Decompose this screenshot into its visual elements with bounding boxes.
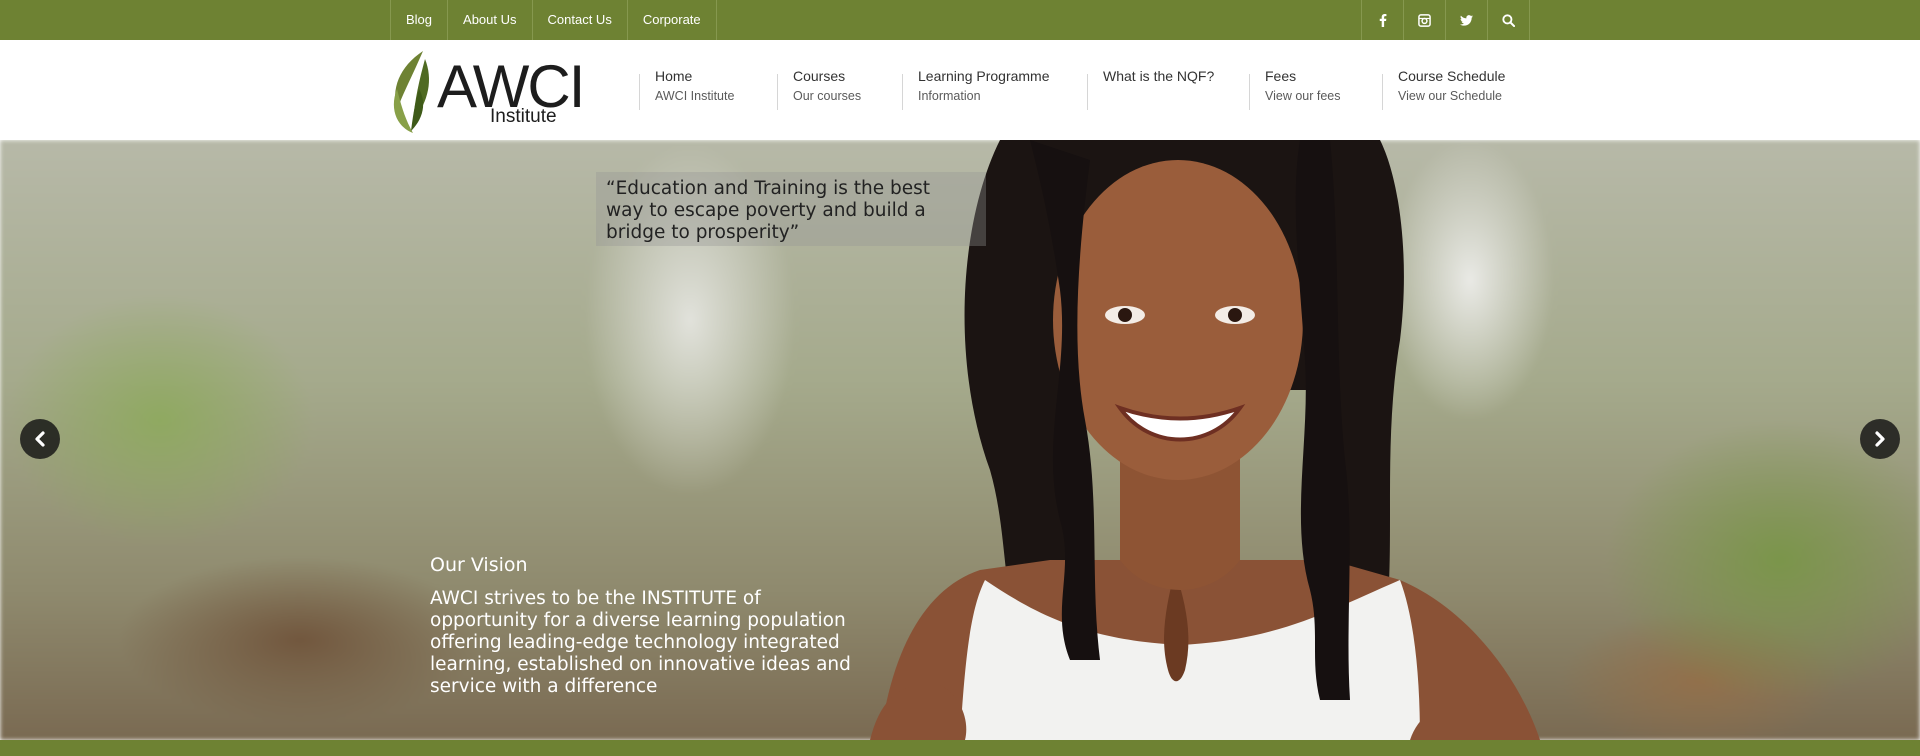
hero-slider: “Education and Training is the best way … (0, 140, 1920, 740)
nav-item-subtitle: View our fees (1265, 89, 1341, 103)
nav-item-learning-programme[interactable]: Learning Programme Information (902, 69, 1087, 110)
nav-item-title: Course Schedule (1398, 68, 1506, 84)
slider-prev-button[interactable] (20, 419, 60, 459)
top-link-blog[interactable]: Blog (390, 0, 447, 40)
vision-heading: Our Vision (430, 554, 528, 576)
top-bar: Blog About Us Contact Us Corporate (0, 0, 1920, 40)
nav-item-what-is-nqf[interactable]: What is the NQF? (1087, 69, 1249, 110)
nav-item-title: Courses (793, 68, 846, 84)
hero-quote-box: “Education and Training is the best way … (596, 172, 986, 246)
search-icon[interactable] (1487, 0, 1530, 40)
instagram-icon[interactable] (1403, 0, 1445, 40)
logo-subtitle: Institute (490, 106, 557, 127)
top-links: Blog About Us Contact Us Corporate (390, 0, 717, 40)
social-links (1361, 0, 1530, 40)
chevron-right-icon (1875, 431, 1885, 447)
nav-item-title: Fees (1265, 68, 1297, 84)
nav-item-title: What is the NQF? (1103, 68, 1215, 84)
nav-item-subtitle: AWCI Institute (655, 89, 735, 103)
hero-quote: “Education and Training is the best way … (606, 178, 931, 243)
nav-item-courses[interactable]: Courses Our courses (777, 69, 902, 110)
nav-item-title: Learning Programme (918, 68, 1050, 84)
top-link-about-us[interactable]: About Us (447, 0, 531, 40)
nav-item-subtitle: Information (918, 89, 981, 103)
nav-item-subtitle: View our Schedule (1398, 89, 1503, 103)
top-link-corporate[interactable]: Corporate (626, 0, 717, 40)
bottom-green-band (0, 740, 1920, 756)
nav-item-fees[interactable]: Fees View our fees (1249, 69, 1382, 110)
nav-item-subtitle: Our courses (793, 89, 862, 103)
nav-item-home[interactable]: Home AWCI Institute (639, 69, 777, 110)
nav-item-course-schedule[interactable]: Course Schedule View our Schedule (1382, 69, 1532, 110)
twitter-icon[interactable] (1445, 0, 1487, 40)
main-nav: Home AWCI Institute Courses Our courses … (639, 40, 1532, 140)
slider-next-button[interactable] (1860, 419, 1900, 459)
leaf-logo-icon (393, 51, 429, 133)
facebook-icon[interactable] (1361, 0, 1403, 40)
vision-text: AWCI strives to be the INSTITUTE of oppo… (430, 588, 851, 697)
nav-item-title: Home (655, 68, 693, 84)
top-link-contact-us[interactable]: Contact Us (531, 0, 627, 40)
chevron-left-icon (35, 431, 45, 447)
top-bar-inner: Blog About Us Contact Us Corporate (390, 0, 1530, 40)
site-logo[interactable]: AWCI Institute (389, 49, 585, 135)
site-header: AWCI Institute Home AWCI Institute Cours… (0, 40, 1920, 140)
